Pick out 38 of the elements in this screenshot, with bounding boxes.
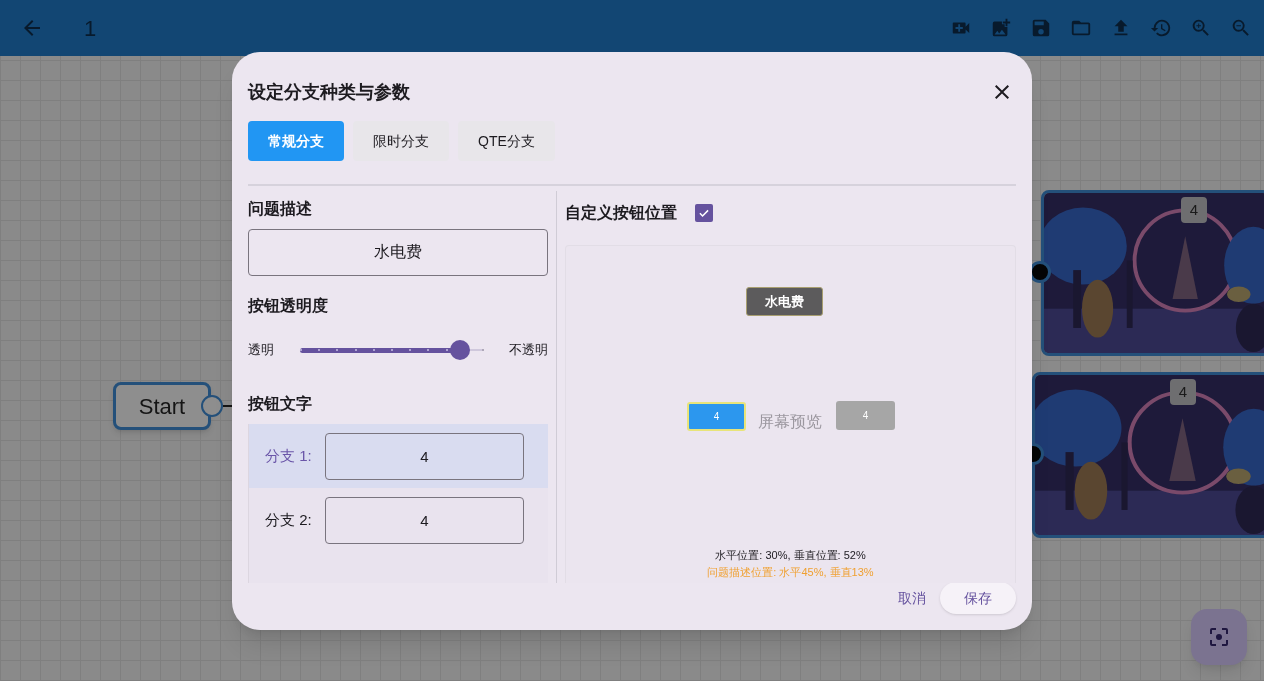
- custom-position-checkbox[interactable]: [695, 204, 713, 222]
- checkbox-label: 自定义按钮位置: [565, 203, 677, 223]
- zoom-in-icon: [1190, 17, 1212, 39]
- tab[interactable]: QTE分支: [458, 121, 555, 161]
- app-title: 1: [84, 14, 97, 43]
- node-badge: 4: [1170, 379, 1196, 405]
- branch-field[interactable]: 4: [325, 496, 524, 544]
- tab[interactable]: 限时分支: [353, 121, 449, 161]
- node-badge: 4: [1181, 197, 1207, 223]
- restore-icon: [1150, 17, 1172, 39]
- focus-button[interactable]: [1191, 609, 1247, 665]
- branch-field[interactable]: 4: [325, 432, 524, 480]
- save-icon: [1030, 17, 1052, 39]
- zoom-out-icon: [1230, 17, 1252, 39]
- branch-row[interactable]: 分支 2: 4: [249, 488, 548, 552]
- focus-icon: [1207, 625, 1231, 649]
- save-button[interactable]: 保存: [940, 582, 1016, 614]
- branch-row[interactable]: 分支 1: 4: [249, 424, 548, 488]
- section-heading: 按钮文字: [248, 394, 313, 414]
- image-add-icon: [990, 17, 1012, 39]
- branch-label: 分支 2:: [265, 509, 313, 530]
- position-text: 水平位置: 30%, 垂直位置: 52%: [715, 548, 866, 563]
- image-node[interactable]: 4: [1032, 372, 1264, 538]
- dialog-title: 设定分支种类与参数: [248, 80, 410, 104]
- section-heading: 按钮透明度: [248, 296, 329, 316]
- preview-caption: 屏幕预览: [758, 412, 822, 432]
- section-heading: 问题描述: [248, 199, 313, 219]
- slider-max-label: 不透明: [509, 341, 548, 360]
- preview-question: 水电费: [746, 287, 823, 316]
- image-node[interactable]: 4: [1041, 190, 1264, 356]
- question-field[interactable]: 水电费: [248, 229, 548, 276]
- slider-min-label: 透明: [248, 341, 275, 360]
- question-position-text: 问题描述位置: 水平45%, 垂直13%: [707, 565, 874, 580]
- cancel-button[interactable]: 取消: [898, 582, 926, 614]
- tab[interactable]: 常规分支: [248, 121, 344, 161]
- branch-label: 分支 1:: [265, 445, 313, 466]
- opacity-slider[interactable]: [300, 340, 482, 360]
- start-node[interactable]: Start: [113, 382, 211, 430]
